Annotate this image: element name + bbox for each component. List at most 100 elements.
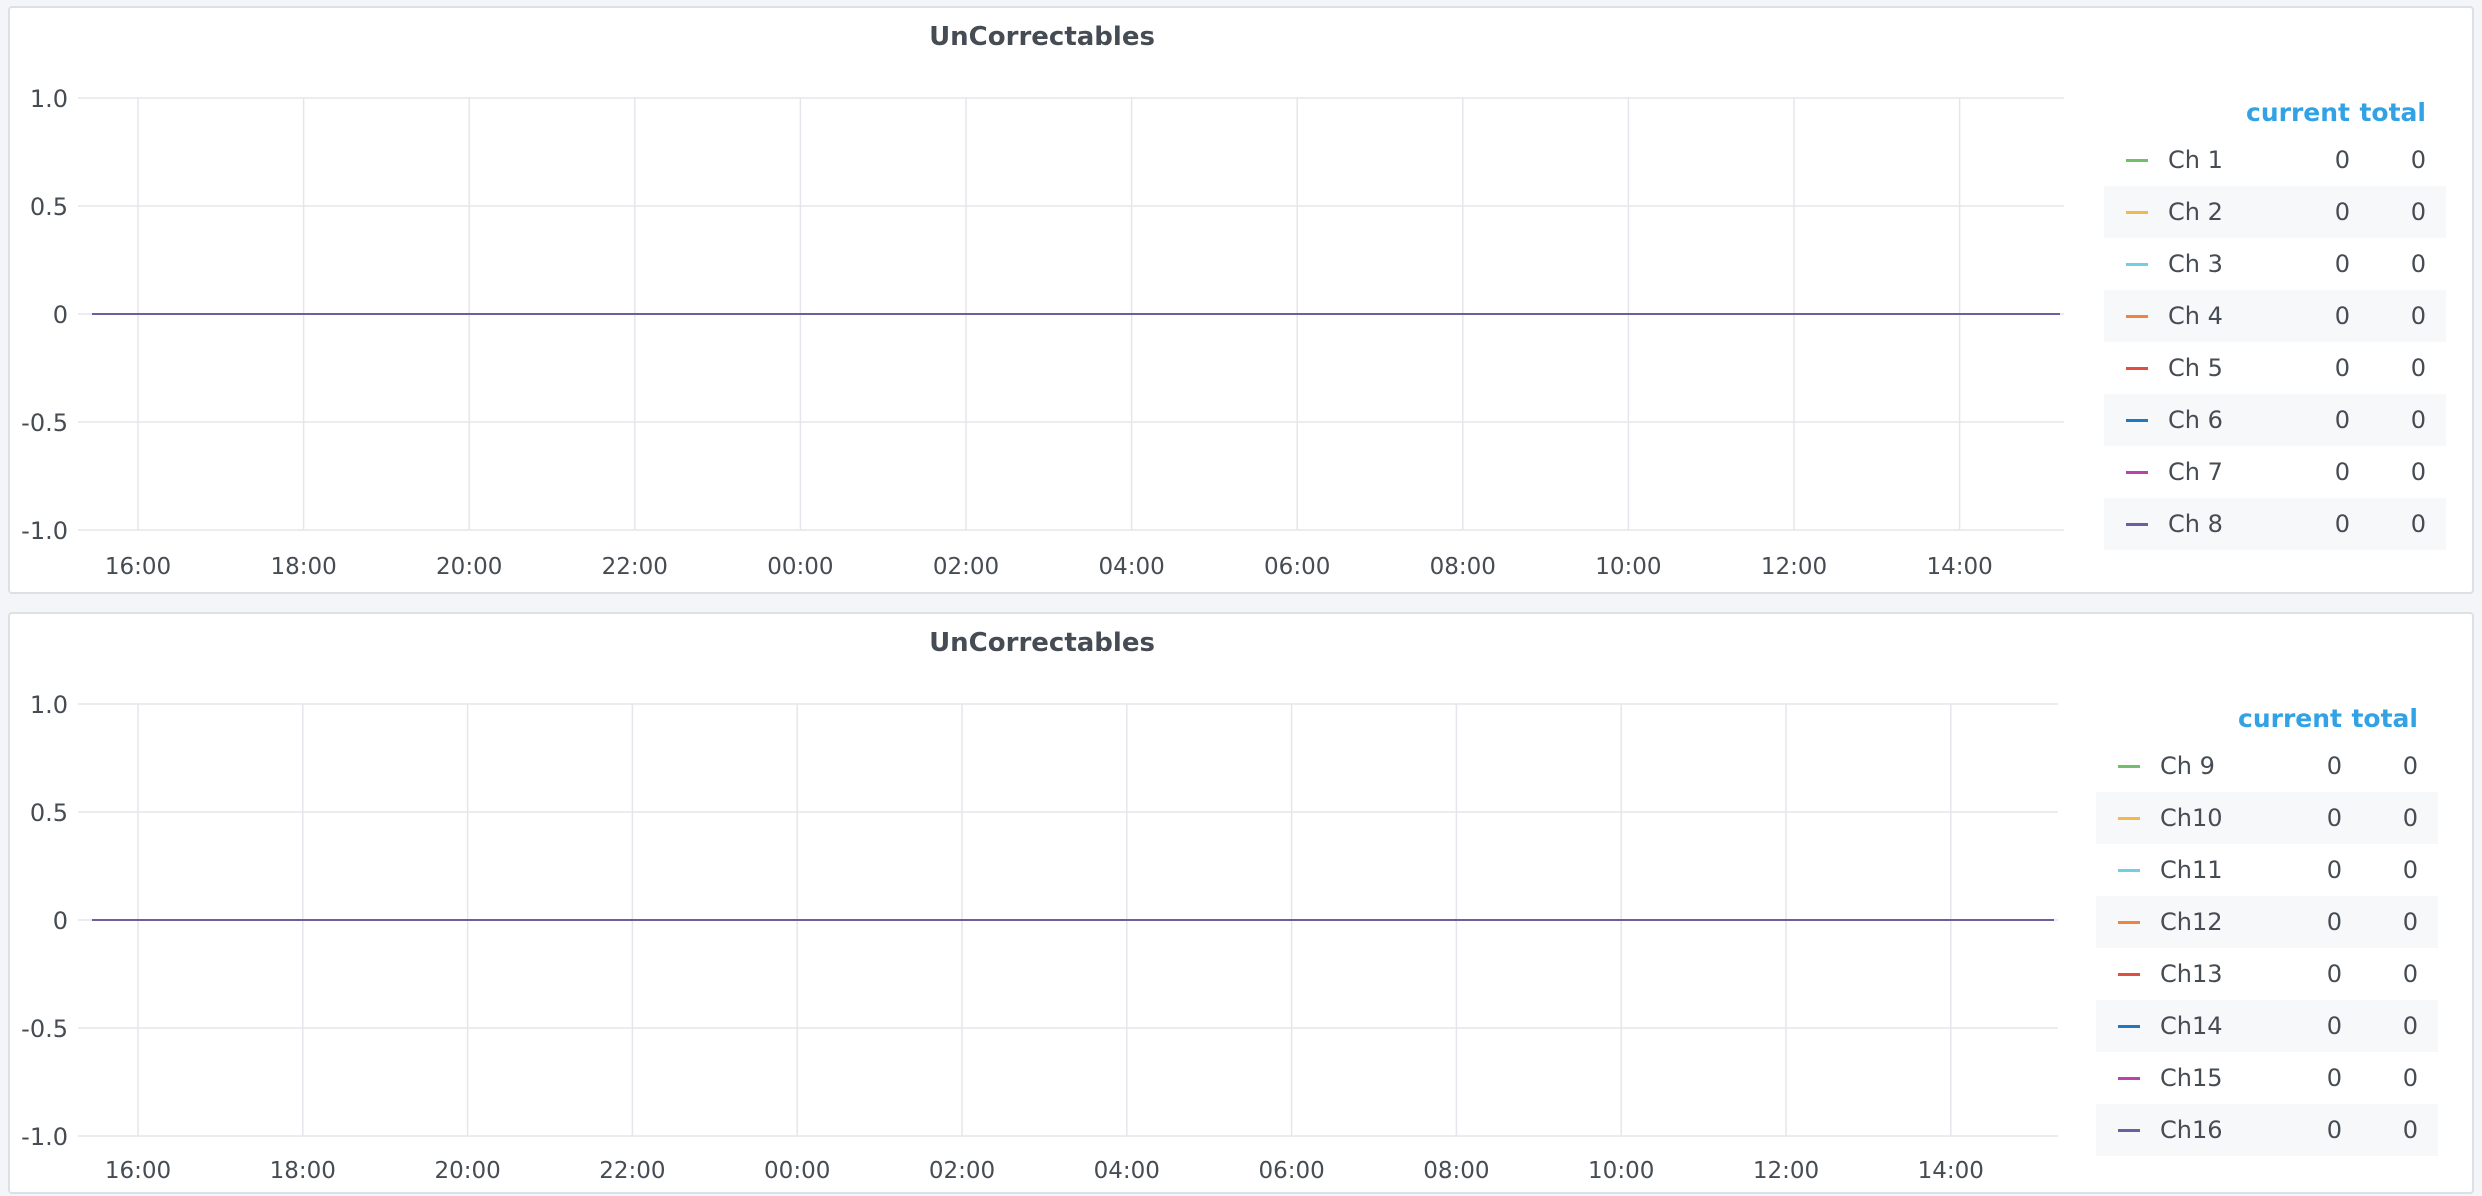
legend-series-name[interactable]: Ch 2 bbox=[2168, 198, 2223, 226]
legend-swatch bbox=[2126, 367, 2148, 370]
legend-row[interactable]: Ch 5 0 0 bbox=[2104, 342, 2446, 394]
y-tick-label: 0.5 bbox=[30, 799, 68, 827]
legend: current total Ch 9 0 0 Ch10 0 0 Ch11 0 0 Ch12 0 0 Ch… bbox=[2096, 700, 2438, 1156]
x-tick-label: 02:00 bbox=[933, 554, 999, 580]
legend-swatch bbox=[2118, 921, 2140, 924]
legend-current-value: 0 bbox=[2334, 406, 2350, 434]
legend-current-value: 0 bbox=[2326, 1064, 2342, 1092]
legend-swatch bbox=[2126, 419, 2148, 422]
legend-total-value: 0 bbox=[2410, 354, 2426, 382]
legend-row[interactable]: Ch10 0 0 bbox=[2096, 792, 2438, 844]
legend-current-value: 0 bbox=[2334, 510, 2350, 538]
legend-series-name[interactable]: Ch 9 bbox=[2160, 752, 2215, 780]
legend-series-name[interactable]: Ch 8 bbox=[2168, 510, 2223, 538]
legend-current-value: 0 bbox=[2326, 856, 2342, 884]
x-tick-label: 02:00 bbox=[929, 1158, 995, 1184]
legend-series-name[interactable]: Ch 5 bbox=[2168, 354, 2223, 382]
legend-total-value: 0 bbox=[2402, 908, 2418, 936]
legend-header: current total bbox=[2096, 700, 2438, 740]
legend-series-name[interactable]: Ch 6 bbox=[2168, 406, 2223, 434]
y-tick-label: -1.0 bbox=[21, 1123, 68, 1151]
y-tick-label: 1.0 bbox=[30, 691, 68, 719]
legend-row[interactable]: Ch14 0 0 bbox=[2096, 1000, 2438, 1052]
legend: current total Ch 1 0 0 Ch 2 0 0 Ch 3 0 0 Ch 4 0 0 Ch… bbox=[2104, 94, 2446, 550]
legend-total-value: 0 bbox=[2410, 458, 2426, 486]
legend-row[interactable]: Ch 3 0 0 bbox=[2104, 238, 2446, 290]
legend-total-value: 0 bbox=[2410, 406, 2426, 434]
plot-area[interactable]: 1.0 0.5 0 -0.5 -1.0 16:00 18:00 20:00 22:00 00:00… bbox=[10, 8, 2080, 596]
x-tick-label: 06:00 bbox=[1264, 554, 1330, 580]
legend-current-value: 0 bbox=[2326, 804, 2342, 832]
legend-total-value: 0 bbox=[2410, 146, 2426, 174]
legend-row[interactable]: Ch15 0 0 bbox=[2096, 1052, 2438, 1104]
legend-total-value: 0 bbox=[2402, 960, 2418, 988]
x-tick-label: 16:00 bbox=[105, 1158, 171, 1184]
y-tick-label: 0 bbox=[53, 301, 68, 329]
legend-series-name[interactable]: Ch 7 bbox=[2168, 458, 2223, 486]
legend-header-current[interactable]: current bbox=[2238, 704, 2342, 733]
legend-swatch bbox=[2126, 315, 2148, 318]
legend-header-current[interactable]: current bbox=[2246, 98, 2350, 127]
legend-row[interactable]: Ch16 0 0 bbox=[2096, 1104, 2438, 1156]
x-tick-label: 08:00 bbox=[1430, 554, 1496, 580]
y-tick-label: 0 bbox=[53, 907, 68, 935]
legend-row[interactable]: Ch 1 0 0 bbox=[2104, 134, 2446, 186]
legend-header: current total bbox=[2104, 94, 2446, 134]
legend-swatch bbox=[2126, 211, 2148, 214]
x-tick-label: 12:00 bbox=[1753, 1158, 1819, 1184]
plot-area[interactable]: 1.0 0.5 0 -0.5 -1.0 16:00 18:00 20:00 22:00 00:00… bbox=[10, 614, 2080, 1196]
legend-row[interactable]: Ch13 0 0 bbox=[2096, 948, 2438, 1000]
x-tick-label: 20:00 bbox=[434, 1158, 500, 1184]
legend-series-name[interactable]: Ch11 bbox=[2160, 856, 2223, 884]
chart-panel-2: UnCorrectables 1.0 0.5 0 -0.5 -1.0 16:00 18:00… bbox=[8, 612, 2474, 1194]
legend-swatch bbox=[2126, 159, 2148, 162]
legend-current-value: 0 bbox=[2334, 250, 2350, 278]
x-tick-label: 04:00 bbox=[1094, 1158, 1160, 1184]
x-tick-label: 10:00 bbox=[1595, 554, 1661, 580]
legend-current-value: 0 bbox=[2334, 354, 2350, 382]
legend-total-value: 0 bbox=[2402, 856, 2418, 884]
legend-row[interactable]: Ch 7 0 0 bbox=[2104, 446, 2446, 498]
legend-swatch bbox=[2118, 765, 2140, 768]
legend-row[interactable]: Ch 9 0 0 bbox=[2096, 740, 2438, 792]
y-tick-label: -0.5 bbox=[21, 1015, 68, 1043]
legend-series-name[interactable]: Ch14 bbox=[2160, 1012, 2223, 1040]
legend-series-name[interactable]: Ch10 bbox=[2160, 804, 2223, 832]
legend-total-value: 0 bbox=[2402, 752, 2418, 780]
legend-total-value: 0 bbox=[2410, 302, 2426, 330]
y-tick-label: 0.5 bbox=[30, 193, 68, 221]
legend-series-name[interactable]: Ch 1 bbox=[2168, 146, 2223, 174]
x-tick-label: 18:00 bbox=[270, 1158, 336, 1184]
legend-total-value: 0 bbox=[2410, 198, 2426, 226]
legend-series-name[interactable]: Ch13 bbox=[2160, 960, 2223, 988]
legend-row[interactable]: Ch12 0 0 bbox=[2096, 896, 2438, 948]
legend-row[interactable]: Ch 8 0 0 bbox=[2104, 498, 2446, 550]
legend-header-total[interactable]: total bbox=[2359, 98, 2426, 127]
legend-swatch bbox=[2118, 973, 2140, 976]
legend-series-name[interactable]: Ch12 bbox=[2160, 908, 2223, 936]
x-tick-label: 08:00 bbox=[1423, 1158, 1489, 1184]
x-tick-label: 10:00 bbox=[1588, 1158, 1654, 1184]
legend-row[interactable]: Ch 6 0 0 bbox=[2104, 394, 2446, 446]
legend-series-name[interactable]: Ch15 bbox=[2160, 1064, 2223, 1092]
x-tick-label: 22:00 bbox=[602, 554, 668, 580]
legend-row[interactable]: Ch 2 0 0 bbox=[2104, 186, 2446, 238]
legend-total-value: 0 bbox=[2402, 1116, 2418, 1144]
legend-row[interactable]: Ch 4 0 0 bbox=[2104, 290, 2446, 342]
legend-swatch bbox=[2126, 471, 2148, 474]
x-tick-label: 00:00 bbox=[764, 1158, 830, 1184]
legend-series-name[interactable]: Ch 4 bbox=[2168, 302, 2223, 330]
legend-swatch bbox=[2126, 263, 2148, 266]
legend-total-value: 0 bbox=[2410, 510, 2426, 538]
legend-header-total[interactable]: total bbox=[2351, 704, 2418, 733]
x-tick-label: 04:00 bbox=[1098, 554, 1164, 580]
legend-total-value: 0 bbox=[2402, 804, 2418, 832]
legend-row[interactable]: Ch11 0 0 bbox=[2096, 844, 2438, 896]
legend-total-value: 0 bbox=[2402, 1012, 2418, 1040]
legend-current-value: 0 bbox=[2334, 458, 2350, 486]
x-tick-label: 20:00 bbox=[436, 554, 502, 580]
x-tick-label: 00:00 bbox=[767, 554, 833, 580]
legend-swatch bbox=[2118, 817, 2140, 820]
legend-series-name[interactable]: Ch16 bbox=[2160, 1116, 2223, 1144]
legend-series-name[interactable]: Ch 3 bbox=[2168, 250, 2223, 278]
